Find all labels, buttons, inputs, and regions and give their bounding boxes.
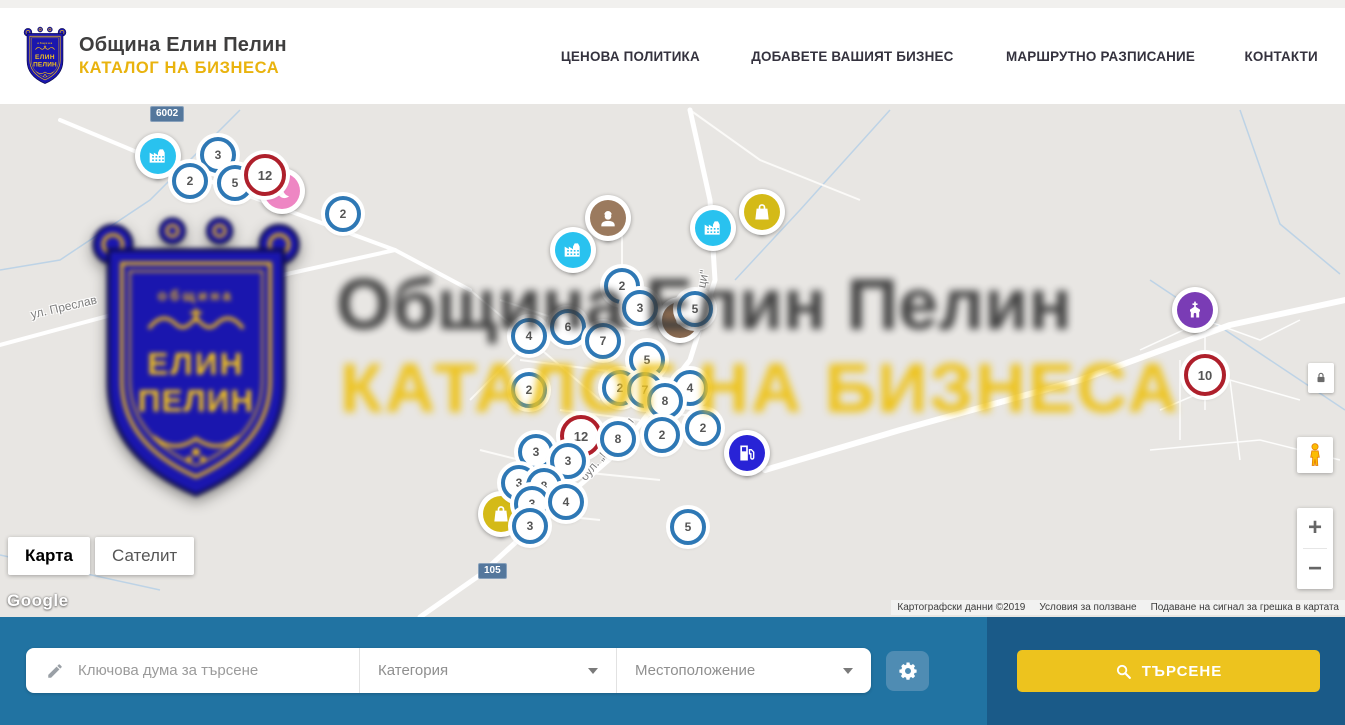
cluster-marker[interactable]: 2 bbox=[325, 196, 361, 232]
cluster-marker[interactable]: 3 bbox=[622, 290, 658, 326]
cluster-marker[interactable]: 7 bbox=[585, 323, 621, 359]
zoom-control: + − bbox=[1297, 508, 1333, 589]
road-badge: 6002 bbox=[150, 106, 184, 122]
advanced-settings-button[interactable] bbox=[886, 651, 929, 691]
cluster-marker[interactable]: 8 bbox=[647, 383, 683, 419]
map-canvas[interactable]: 3251222356475227482212833383435106002105… bbox=[0, 104, 1345, 617]
pencil-icon bbox=[46, 662, 64, 680]
map-type-map-button[interactable]: Карта bbox=[8, 537, 90, 575]
zoom-out-button[interactable]: − bbox=[1297, 549, 1333, 589]
location-select[interactable]: Местоположение bbox=[617, 648, 871, 693]
search-icon bbox=[1115, 663, 1132, 680]
brand[interactable]: Община Елин Пелин КАТАЛОГ НА БИЗНЕСА bbox=[0, 26, 287, 86]
municipality-crest-logo bbox=[22, 26, 68, 86]
pin-factory[interactable] bbox=[690, 205, 736, 251]
pin-shopping-bag[interactable] bbox=[739, 189, 785, 235]
map-copyright: Картографски данни ©2019 bbox=[897, 602, 1025, 613]
search-button-label: ТЪРСЕНЕ bbox=[1142, 663, 1223, 680]
shopping-bag-icon bbox=[744, 194, 780, 230]
google-logo[interactable]: Google bbox=[7, 591, 69, 611]
brand-text: Община Елин Пелин КАТАЛОГ НА БИЗНЕСА bbox=[79, 34, 287, 78]
nav-item-contacts[interactable]: КОНТАКТИ bbox=[1244, 48, 1317, 64]
header: Община Елин Пелин КАТАЛОГ НА БИЗНЕСА ЦЕН… bbox=[0, 8, 1345, 105]
brand-subtitle: КАТАЛОГ НА БИЗНЕСА bbox=[79, 59, 287, 78]
nav-item-pricing[interactable]: ЦЕНОВА ПОЛИТИКА bbox=[561, 48, 700, 64]
cluster-marker[interactable]: 5 bbox=[670, 509, 706, 545]
report-error-link[interactable]: Подаване на сигнал за грешка в картата bbox=[1151, 602, 1339, 613]
cluster-marker[interactable]: 6 bbox=[550, 309, 586, 345]
pin-circle bbox=[724, 430, 770, 476]
cluster-marker[interactable]: 4 bbox=[548, 484, 584, 520]
zoom-in-button[interactable]: + bbox=[1297, 508, 1333, 548]
keyword-search-input[interactable] bbox=[76, 661, 359, 680]
cluster-marker[interactable]: 2 bbox=[511, 372, 547, 408]
road-badge: 105 bbox=[478, 563, 507, 579]
brand-title: Община Елин Пелин bbox=[79, 34, 287, 57]
cluster-marker[interactable]: 12 bbox=[244, 154, 286, 196]
location-select-value: Местоположение bbox=[635, 662, 755, 679]
cluster-marker[interactable]: 5 bbox=[677, 291, 713, 327]
cluster-marker[interactable]: 3 bbox=[512, 508, 548, 544]
lock-button[interactable] bbox=[1308, 363, 1334, 393]
chevron-down-icon bbox=[588, 668, 598, 674]
gear-icon bbox=[898, 661, 918, 681]
pin-circle bbox=[550, 227, 596, 273]
nav-item-add-business[interactable]: ДОБАВЕТЕ ВАШИЯТ БИЗНЕС bbox=[751, 48, 953, 64]
map-type-control: Карта Сателит bbox=[8, 537, 194, 575]
pin-church[interactable] bbox=[1172, 287, 1218, 333]
street-view-pegman[interactable] bbox=[1297, 437, 1333, 473]
fuel-icon bbox=[729, 435, 765, 471]
pin-fuel[interactable] bbox=[724, 430, 770, 476]
category-select-value: Категория bbox=[378, 662, 448, 679]
cluster-marker[interactable]: 2 bbox=[685, 410, 721, 446]
map-type-satellite-button[interactable]: Сателит bbox=[95, 537, 194, 575]
cluster-marker[interactable]: 4 bbox=[511, 318, 547, 354]
search-button[interactable]: ТЪРСЕНЕ bbox=[1017, 650, 1320, 692]
chevron-down-icon bbox=[843, 668, 853, 674]
lock-icon bbox=[1314, 371, 1328, 385]
map-attribution: Картографски данни ©2019 Условия за полз… bbox=[891, 600, 1345, 615]
search-bar: Категория Местоположение ТЪРСЕНЕ bbox=[0, 617, 1345, 725]
factory-icon bbox=[555, 232, 591, 268]
factory-icon bbox=[140, 138, 176, 174]
category-select[interactable]: Категория bbox=[360, 648, 617, 693]
cluster-marker[interactable]: 2 bbox=[172, 163, 208, 199]
keyword-field bbox=[26, 648, 360, 693]
nav-item-route-schedule[interactable]: МАРШРУТНО РАЗПИСАНИЕ bbox=[1006, 48, 1195, 64]
church-icon bbox=[1177, 292, 1213, 328]
pin-circle bbox=[690, 205, 736, 251]
pin-factory[interactable] bbox=[550, 227, 596, 273]
pin-circle bbox=[739, 189, 785, 235]
cluster-marker[interactable]: 8 bbox=[600, 421, 636, 457]
factory-icon bbox=[695, 210, 731, 246]
terms-link[interactable]: Условия за ползване bbox=[1039, 602, 1136, 613]
search-field-group: Категория Местоположение bbox=[26, 648, 871, 693]
pin-circle bbox=[1172, 287, 1218, 333]
cluster-marker[interactable]: 10 bbox=[1184, 354, 1226, 396]
page-top-strip bbox=[0, 0, 1345, 8]
main-nav: ЦЕНОВА ПОЛИТИКА ДОБАВЕТЕ ВАШИЯТ БИЗНЕС М… bbox=[558, 48, 1345, 64]
pegman-icon bbox=[1304, 442, 1326, 468]
cluster-marker[interactable]: 2 bbox=[644, 417, 680, 453]
